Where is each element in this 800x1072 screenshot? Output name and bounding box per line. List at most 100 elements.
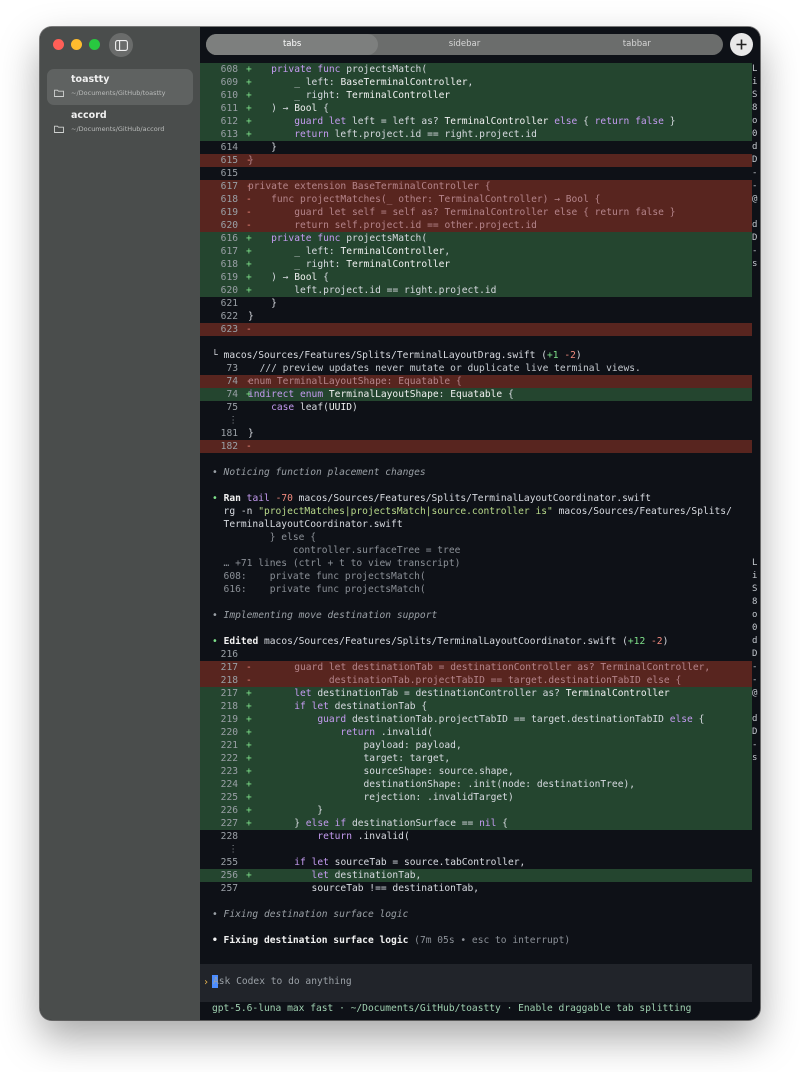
rail-char: S [752,584,758,594]
rail-char: L [752,64,758,74]
code-text: func projectMatches(_ other: TerminalCon… [271,194,601,205]
rail-char [752,375,760,388]
code-text: guard let left = left as? TerminalContro… [294,116,676,127]
terminal-output[interactable]: 608 + private func projectsMatch(609 + _ l… [200,63,752,963]
ellipsis-line: ⋮ [200,414,752,427]
line-number: 609 [220,77,238,88]
line-number: 618 [220,259,238,270]
code-text: sourceTab !== destinationTab, [311,883,480,894]
diff-line: 74 + indirect enum TerminalLayoutShape: Eq… [200,388,752,401]
code-text: indirect enum TerminalLayoutShape: Equat… [248,389,514,400]
project-item-accord[interactable]: accord ~/Documents/GitHub/accord [47,105,193,141]
rail-char [752,336,760,349]
line-number: 619 [220,207,238,218]
code-text: _ left: BaseTerminalController, [294,77,474,88]
line-number: 255 [220,857,238,868]
project-name: toastty [71,74,110,85]
prompt-input[interactable]: Ask Codex to do anything [213,976,352,987]
minimize-window-button[interactable] [71,39,82,50]
code-text: } [248,311,254,322]
diff-line: 616 + private func projectsMatch( [200,232,752,245]
rail-char: - [752,675,758,685]
tab-strip: tabs sidebar tabbar [206,34,723,55]
rg-command-text: rg -n "projectMatches|projectsMatch|sour… [212,506,732,517]
rail-char: S [752,90,758,100]
line-number: 256 [220,870,238,881]
status-note-text: • Noticing function placement changes [212,467,426,478]
rail-char [752,518,760,531]
rail-char [752,362,760,375]
line-number: 218 [220,701,238,712]
rail-char [752,297,760,310]
rail-char: D [752,727,758,737]
prompt-caret: › [203,977,210,988]
sidebar-icon [114,39,128,51]
diff-line: 182- [200,440,752,453]
traffic-lights [53,39,100,50]
line-number: 227 [220,818,238,829]
code-text: payload: payload, [363,740,462,751]
code-text: left.project.id == right.project.id [294,285,497,296]
diff-line: 608 + private func projectsMatch( [200,63,752,76]
code-text: case leaf(UUID) [271,402,358,413]
diff-line: 617 + _ left: TerminalController, [200,245,752,258]
code-text: if let destinationTab { [294,701,428,712]
rail-char [752,492,760,505]
close-window-button[interactable] [53,39,64,50]
code-text: destinationTab.projectTabID == target.de… [328,675,682,686]
diff-line: 224 + destinationShape: .init(node: desti… [200,778,752,791]
ellipsis: ⋮ [228,415,238,426]
rg-command: rg -n "projectMatches|projectsMatch|sour… [200,505,752,518]
code-text: private extension BaseTerminalController… [248,181,491,192]
file-header: └ macos/Sources/Features/Splits/Terminal… [200,349,752,362]
new-tab-button[interactable] [730,33,753,56]
line-number: 619 [220,272,238,283]
line-number: 74 [226,376,238,387]
line-number: 73 [226,363,238,374]
rail-char: d [752,636,758,646]
diff-line: 623- [200,323,752,336]
code-text: guard let self = self as? TerminalContro… [294,207,676,218]
diff-line: 622} [200,310,752,323]
code-text: /// preview updates never mutate or dupl… [259,363,641,374]
diff-line: 619 + ) → Bool { [200,271,752,284]
line-number: 222 [220,753,238,764]
rail-char: s [752,259,758,269]
diff-line: 613 + return left.project.id == right.pro… [200,128,752,141]
command-flag: -70 [275,493,293,504]
rail-char [752,466,760,479]
line-number: 622 [220,311,238,322]
sidebar-toggle-button[interactable] [109,33,133,57]
prompt-bar[interactable]: › Ask Codex to do anything [200,964,752,1002]
rail-char [752,453,760,466]
diff-line: 221 + payload: payload, [200,739,752,752]
added-count: +12 [627,636,646,647]
rail-char: - [752,246,758,256]
folder-icon [54,82,64,97]
output-line: 616: private func projectsMatch( [200,583,752,596]
code-text: let destinationTab, [311,870,422,881]
line-number: 614 [220,142,238,153]
rail-char [752,401,760,414]
code-text: } [248,428,254,439]
output-text: 616: private func projectsMatch( [212,584,426,595]
diff-sign: - [246,441,252,452]
tab-tabs[interactable]: tabs [206,34,379,55]
rail-char: D [752,233,758,243]
ellipsis: ⋮ [228,844,238,855]
project-item-toastty[interactable]: toastty ~/Documents/GitHub/toastty [47,69,193,105]
rail-char: d [752,714,758,724]
output-line: TerminalLayoutCoordinator.swift [200,518,752,531]
tab-sidebar[interactable]: sidebar [378,34,550,55]
diff-line: 618 + _ right: TerminalController [200,258,752,271]
rail-char: - [752,168,758,178]
line-number: 616 [220,233,238,244]
tab-tabbar[interactable]: tabbar [551,34,723,55]
rail-char: o [752,116,758,126]
rail-char: i [752,77,758,87]
diff-line: 617- private extension BaseTerminalContro… [200,180,752,193]
terminal-right-gutter: Li S 8 o 0 d D - - @ d D - s Li S 8 o 0 d D - - @ d D - s [752,63,760,963]
zoom-window-button[interactable] [89,39,100,50]
